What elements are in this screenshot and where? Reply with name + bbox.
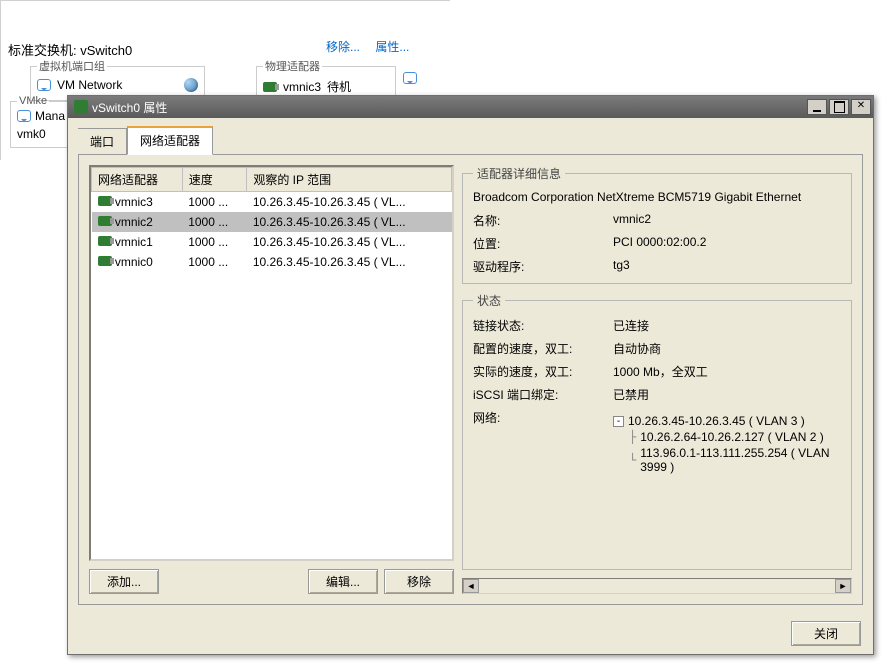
network-entry: 10.26.2.64-10.26.2.127 ( VLAN 2 ) <box>640 430 823 444</box>
adapter-model: Broadcom Corporation NetXtreme BCM5719 G… <box>473 190 841 204</box>
scroll-right-icon[interactable]: ► <box>835 579 851 593</box>
nic-icon <box>98 256 112 266</box>
tab-ports[interactable]: 端口 <box>78 128 127 155</box>
network-entry: 10.26.3.45-10.26.3.45 ( VLAN 3 ) <box>628 414 805 428</box>
status-fieldset: 状态 链接状态: 已连接 配置的速度，双工: 自动协商 实际的速度，双工: 10… <box>462 292 852 570</box>
networks-tree: - 10.26.3.45-10.26.3.45 ( VLAN 3 ) ├ 10.… <box>613 413 841 475</box>
close-button[interactable]: 关闭 <box>791 621 861 646</box>
globe-icon <box>184 78 198 92</box>
adapter-detail-fieldset: 适配器详细信息 Broadcom Corporation NetXtreme B… <box>462 165 852 284</box>
actual-speed-label: 实际的速度，双工: <box>473 363 603 380</box>
status-legend: 状态 <box>473 292 505 309</box>
tab-network-adapters[interactable]: 网络适配器 <box>127 126 213 155</box>
vswitch-properties-dialog: vSwitch0 属性 端口 网络适配器 网络适配器 速度 观察的 IP <box>67 95 874 655</box>
tree-toggle-icon[interactable]: - <box>613 416 624 427</box>
physical-adapter-legend: 物理适配器 <box>263 58 322 74</box>
mana-label: Mana <box>35 109 65 123</box>
table-row[interactable]: vmnic3 1000 ... 10.26.3.45-10.26.3.45 ( … <box>92 192 452 213</box>
link-status-value: 已连接 <box>613 317 841 334</box>
vm-network-label: VM Network <box>57 78 122 92</box>
tree-line-icon: └ <box>629 453 636 467</box>
vswitch-icon <box>74 100 88 114</box>
link-status-label: 链接状态: <box>473 317 603 334</box>
col-observed[interactable]: 观察的 IP 范围 <box>247 168 452 192</box>
vmnic3-label: vmnic3 <box>283 80 321 94</box>
nic-icon <box>98 196 112 206</box>
location-value: PCI 0000:02:00.2 <box>613 235 841 252</box>
driver-label: 驱动程序: <box>473 258 603 275</box>
add-button[interactable]: 添加... <box>89 569 159 594</box>
nic-icon <box>98 216 112 226</box>
nic-icon <box>98 236 112 246</box>
minimize-button[interactable] <box>807 99 827 115</box>
remove-link[interactable]: 移除... <box>326 40 360 54</box>
vmke-legend: VMke <box>17 95 49 107</box>
actual-speed-value: 1000 Mb，全双工 <box>613 363 841 380</box>
col-adapter[interactable]: 网络适配器 <box>92 168 183 192</box>
adapter-detail-legend: 适配器详细信息 <box>473 165 565 182</box>
maximize-button[interactable] <box>829 99 849 115</box>
network-entry: 113.96.0.1-113.111.255.254 ( VLAN 3999 ) <box>640 446 841 474</box>
iscsi-label: iSCSI 端口绑定: <box>473 386 603 403</box>
table-row[interactable]: vmnic0 1000 ... 10.26.3.45-10.26.3.45 ( … <box>92 252 452 272</box>
driver-value: tg3 <box>613 258 841 275</box>
properties-link[interactable]: 属性... <box>375 40 409 54</box>
tree-line-icon: ├ <box>629 430 636 444</box>
vm-port-group-legend: 虚拟机端口组 <box>37 58 107 74</box>
networks-label: 网络: <box>473 409 603 475</box>
location-label: 位置: <box>473 235 603 252</box>
vmkernel-fieldset: VMke Mana vmk0 <box>10 95 72 148</box>
dialog-titlebar[interactable]: vSwitch0 属性 <box>68 96 873 118</box>
configured-speed-value: 自动协商 <box>613 340 841 357</box>
standard-switch-label: 标准交换机: vSwitch0 <box>8 40 132 59</box>
col-speed[interactable]: 速度 <box>182 168 247 192</box>
remove-button[interactable]: 移除 <box>384 569 454 594</box>
nic-icon <box>263 82 277 92</box>
scroll-left-icon[interactable]: ◄ <box>463 579 479 593</box>
horizontal-scrollbar[interactable]: ◄ ► <box>462 578 852 594</box>
dialog-title: vSwitch0 属性 <box>92 99 167 116</box>
adapter-list[interactable]: 网络适配器 速度 观察的 IP 范围 vmnic3 1000 ... 10.26… <box>89 165 454 561</box>
close-window-button[interactable] <box>851 99 871 115</box>
tab-content: 网络适配器 速度 观察的 IP 范围 vmnic3 1000 ... 10.26… <box>78 154 863 605</box>
name-value: vmnic2 <box>613 212 841 229</box>
bubble-icon[interactable] <box>37 79 51 91</box>
name-label: 名称: <box>473 212 603 229</box>
edit-button[interactable]: 编辑... <box>308 569 378 594</box>
standby-label: 待机 <box>327 78 351 95</box>
table-row[interactable]: vmnic1 1000 ... 10.26.3.45-10.26.3.45 ( … <box>92 232 452 252</box>
configured-speed-label: 配置的速度，双工: <box>473 340 603 357</box>
bubble-icon[interactable] <box>17 110 31 122</box>
vmk0-label: vmk0 <box>17 127 65 141</box>
bubble-icon[interactable] <box>403 72 417 84</box>
iscsi-value: 已禁用 <box>613 386 841 403</box>
table-row[interactable]: vmnic2 1000 ... 10.26.3.45-10.26.3.45 ( … <box>92 212 452 232</box>
